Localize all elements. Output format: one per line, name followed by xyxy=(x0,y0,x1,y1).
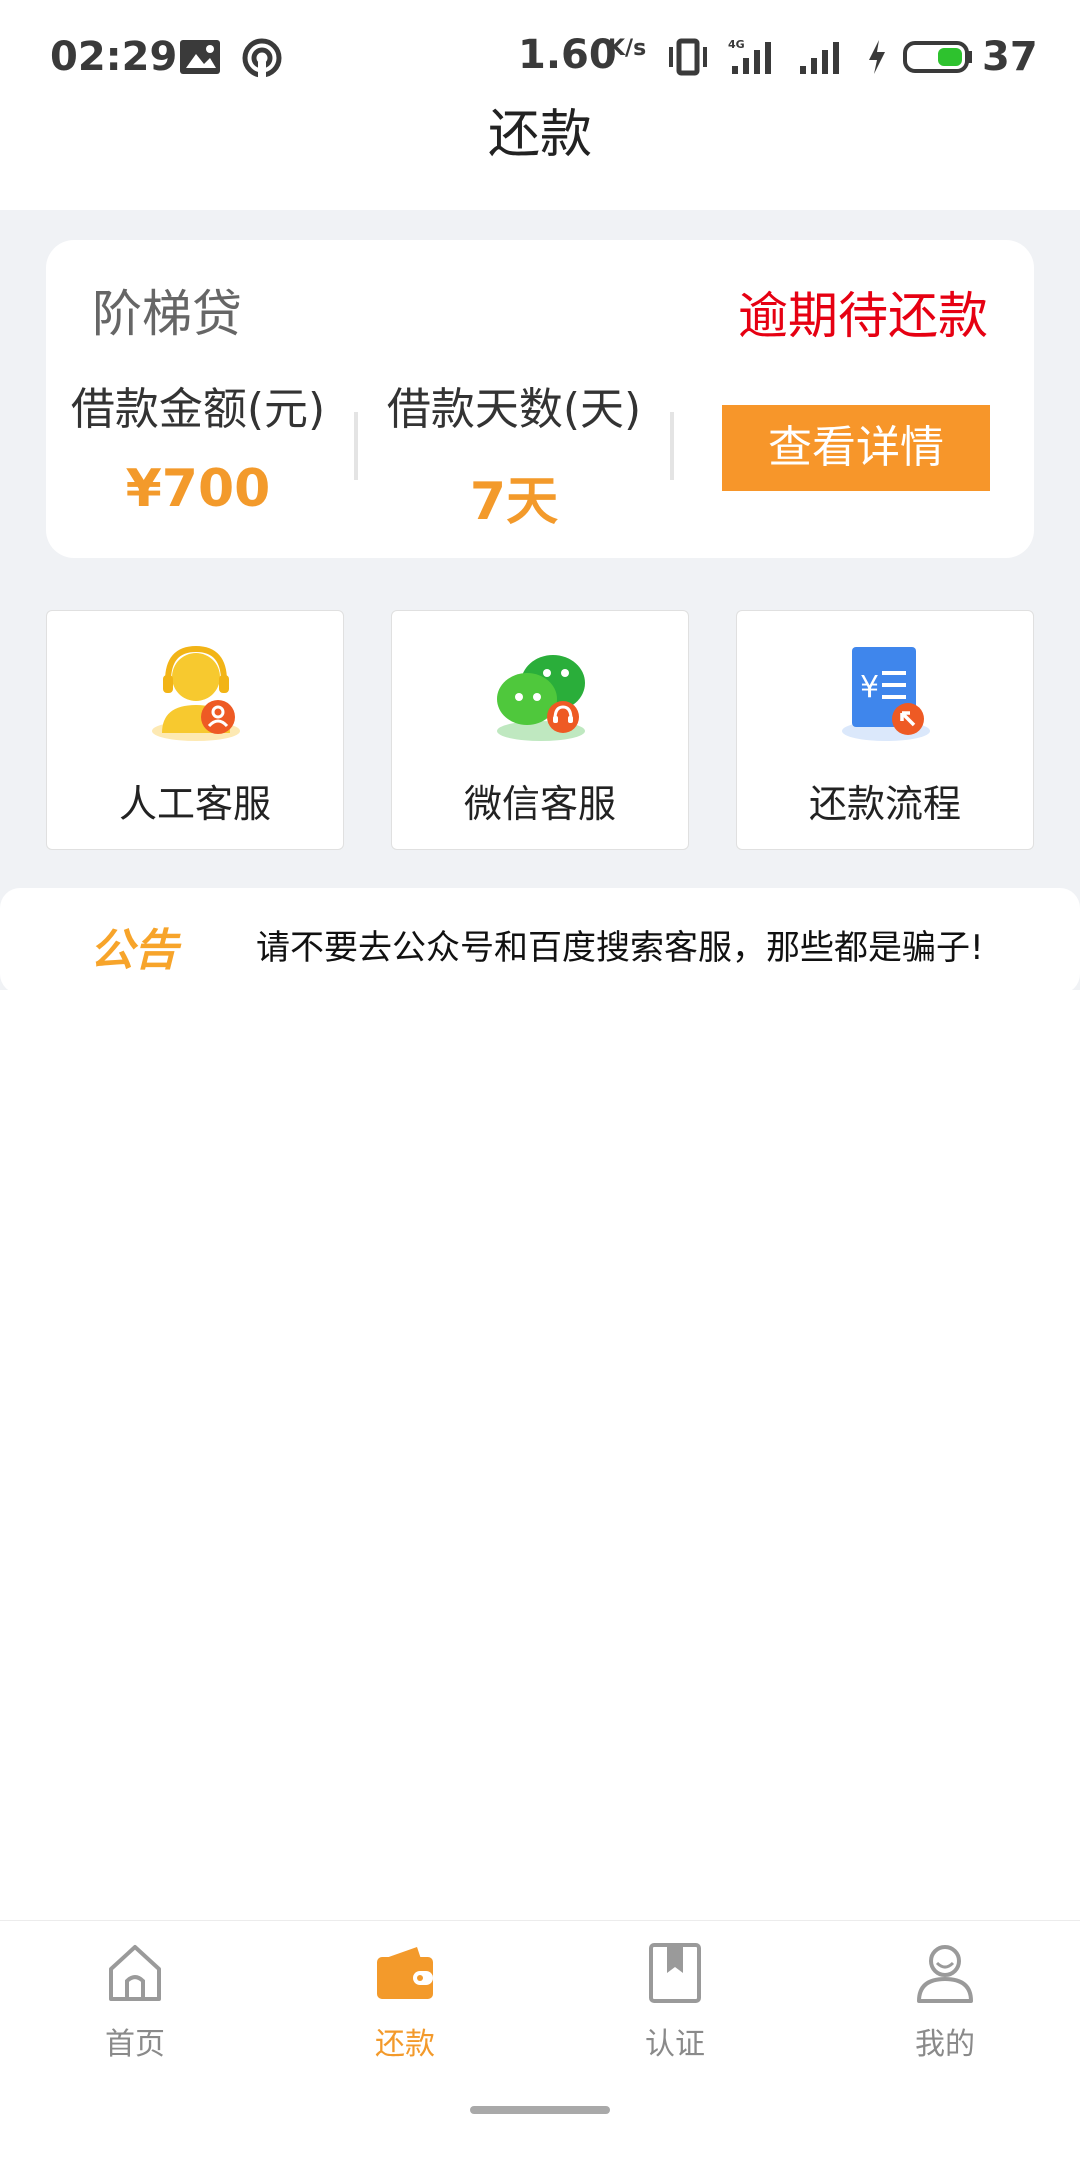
nav-item-repayment[interactable]: 还款 xyxy=(305,1941,505,2062)
repayment-process-icon: ¥ xyxy=(836,643,936,743)
loan-amount-value: ¥700 xyxy=(125,459,271,519)
signal-icon xyxy=(798,38,848,80)
wechat-service-icon xyxy=(491,643,591,743)
bottom-nav: 首页 还款 认证 我的 xyxy=(0,1920,1080,2100)
loan-amount: 借款金额(元) ¥700 xyxy=(58,384,338,520)
home-indicator[interactable] xyxy=(470,2106,610,2114)
nav-label: 认证 xyxy=(645,2027,705,2062)
service-tile-customer-service[interactable]: 人工客服 xyxy=(46,610,344,850)
nav-item-home[interactable]: 首页 xyxy=(35,1941,235,2062)
loan-days: 借款天数(天) 7天 xyxy=(374,385,654,534)
wallet-icon xyxy=(375,1941,435,2005)
battery-level: 37 xyxy=(982,34,1038,80)
nav-label: 还款 xyxy=(375,2027,435,2062)
nav-label: 首页 xyxy=(105,2027,165,2062)
service-label: 还款流程 xyxy=(808,782,961,826)
view-details-button[interactable]: 查看详情 xyxy=(722,405,990,491)
loan-amount-label: 借款金额(元) xyxy=(70,384,326,435)
nav-item-verification[interactable]: 认证 xyxy=(575,1941,775,2062)
page-title: 还款 xyxy=(487,105,592,165)
notice-tag: 公告 xyxy=(90,925,178,976)
divider xyxy=(670,412,674,480)
network-speed: 1.60 xyxy=(518,32,617,78)
signal-4g-icon: 4G xyxy=(728,38,778,80)
nav-item-profile[interactable]: 我的 xyxy=(845,1941,1045,2062)
vibrate-icon xyxy=(668,38,708,80)
nav-label: 我的 xyxy=(915,2027,975,2062)
image-icon xyxy=(178,38,222,80)
user-icon xyxy=(915,1941,975,2005)
bookmark-icon xyxy=(645,1941,705,2005)
svg-text:4G: 4G xyxy=(728,38,745,51)
header: 还款 xyxy=(0,80,1080,210)
status-time: 02:29 xyxy=(50,34,178,80)
service-tile-wechat[interactable]: 微信客服 xyxy=(391,610,689,850)
charging-icon xyxy=(866,38,888,80)
loan-card: 阶梯贷 逾期待还款 借款金额(元) ¥700 借款天数(天) 7天 查看详情 xyxy=(46,240,1034,558)
loan-status: 逾期待还款 xyxy=(738,287,988,345)
notice-bar: 公告 请不要去公众号和百度搜索客服，那些都是骗子! xyxy=(0,888,1080,994)
divider xyxy=(354,412,358,480)
loan-product-name: 阶梯贷 xyxy=(92,285,242,343)
service-label: 人工客服 xyxy=(118,782,271,826)
app-screen: 02:29 1.60 K/s 4G 37 还款 阶梯贷 逾期待还款 借款金额(元… xyxy=(0,0,1080,2160)
service-tile-repayment-process[interactable]: ¥ 还款流程 xyxy=(736,610,1034,850)
notice-text: 请不要去公众号和百度搜索客服，那些都是骗子! xyxy=(256,928,984,968)
home-icon xyxy=(105,1941,165,2005)
loan-days-label: 借款天数(天) xyxy=(386,384,642,435)
customer-service-icon xyxy=(146,643,246,743)
network-speed-unit: K/s xyxy=(608,36,647,61)
battery-icon xyxy=(902,38,974,80)
service-label: 微信客服 xyxy=(463,782,616,826)
loan-days-value: 7天 xyxy=(469,472,559,532)
svg-text:¥: ¥ xyxy=(860,670,879,705)
status-bar: 02:29 1.60 K/s 4G 37 xyxy=(0,0,1080,90)
hotspot-icon xyxy=(240,38,284,82)
